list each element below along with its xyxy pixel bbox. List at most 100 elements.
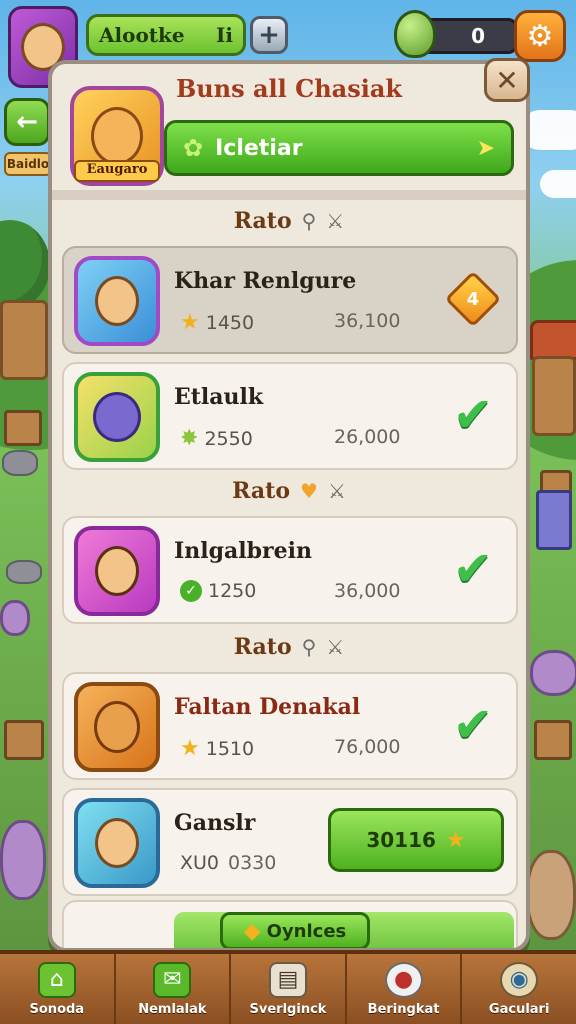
avatar <box>74 256 160 346</box>
nav-item-home[interactable]: ⌂ Sonoda <box>0 954 116 1024</box>
gem-icon <box>394 10 436 58</box>
heart-icon: ♥ <box>300 479 318 503</box>
crate <box>4 410 42 446</box>
entry-name: Ganslr <box>174 810 256 836</box>
house <box>532 356 576 436</box>
player-name: Alootke <box>99 23 185 47</box>
options-label: Oynlces <box>266 920 347 942</box>
entry-name: Inlgalbrein <box>174 538 312 564</box>
sword-icon: ⚔ <box>326 635 345 659</box>
entry-name: Etlaulk <box>174 384 264 410</box>
creature <box>0 600 30 636</box>
entry-score-value: 1450 <box>205 311 255 334</box>
rock <box>2 450 38 476</box>
hero-bar-button[interactable]: ✿ Icletiar ➤ <box>164 120 514 176</box>
avatar <box>74 526 160 616</box>
gear-icon: ✿ <box>183 134 204 162</box>
avatar <box>74 682 160 772</box>
check-icon: ✔ <box>452 697 494 753</box>
avatar <box>74 372 160 462</box>
entry-score: ✓ 1250 <box>180 580 256 602</box>
bottom-nav: ⌂ Sonoda ✉ Nemlalak ▤ Sverlginck ● Berin… <box>0 950 576 1024</box>
entry-power: 26,000 <box>334 426 401 448</box>
creature <box>0 820 46 900</box>
options-button[interactable]: ◆ Oynlces <box>220 912 370 948</box>
nav-item-globe[interactable]: ◉ Gaculari <box>462 954 576 1024</box>
section-header: Rato ⚲ ⚔ <box>52 630 526 664</box>
back-button[interactable]: ← <box>4 98 50 146</box>
pin-icon: ⚲ <box>301 209 317 233</box>
gear-icon: ⚙ <box>526 18 554 54</box>
diamond-icon: ◆ <box>243 918 261 944</box>
player-name-bar[interactable]: Alootke Ii <box>86 14 246 56</box>
section-label: Rato <box>232 478 290 504</box>
social-icon: ● <box>384 961 423 998</box>
entry-name: Khar Renlgure <box>174 268 357 294</box>
check-icon: ✔ <box>452 541 494 597</box>
entry-score-value: 1510 <box>205 737 255 760</box>
add-button[interactable]: + <box>250 16 288 54</box>
leaf-icon: ✸ <box>180 426 199 451</box>
entry-power: 76,000 <box>334 736 401 758</box>
list-item[interactable]: Ganslr XU0 0330 30116 ★ <box>62 788 518 896</box>
rank-badge: 4 <box>444 270 502 328</box>
shop-icon: ▤ <box>268 961 307 998</box>
entry-score: ★ 1510 <box>180 736 254 761</box>
nav-item-social[interactable]: ● Beringkat <box>347 954 463 1024</box>
resource-count: 0 <box>471 24 485 48</box>
home-icon: ⌂ <box>37 961 76 998</box>
list-item[interactable]: Etlaulk ✸ 2550 26,000 ✔ <box>62 362 518 470</box>
globe-icon: ◉ <box>500 961 539 998</box>
list-item[interactable]: Khar Renlgure ★ 1450 36,100 4 <box>62 246 518 354</box>
pin-icon: ⚲ <box>301 635 317 659</box>
entry-power: 36,100 <box>334 310 401 332</box>
character-face-icon <box>95 276 139 326</box>
creature <box>526 850 576 940</box>
nav-item-shop[interactable]: ▤ Sverlginck <box>231 954 347 1024</box>
character-face-icon <box>94 701 140 753</box>
list-item[interactable]: Faltan Denakal ★ 1510 76,000 ✔ <box>62 672 518 780</box>
leaderboard-panel: Buns all Chasiak Eaugaro ✿ Icletiar ➤ Ra… <box>48 60 530 952</box>
entry-score: XU0 <box>180 852 219 874</box>
check-icon: ✔ <box>452 387 494 443</box>
creature <box>530 650 576 696</box>
list-item[interactable]: Inlgalbrein ✓ 1250 36,000 ✔ <box>62 516 518 624</box>
crate <box>534 720 572 760</box>
entry-power: 0330 <box>228 852 277 874</box>
claim-button[interactable]: 30116 ★ <box>328 808 504 872</box>
nav-label: Sonoda <box>29 1001 85 1017</box>
sword-icon: ⚔ <box>326 209 345 233</box>
nav-label: Sverlginck <box>249 1001 327 1017</box>
character-face-icon <box>95 818 139 868</box>
nav-label: Nemlalak <box>138 1001 207 1017</box>
nav-label: Gaculari <box>488 1001 550 1017</box>
machine <box>536 490 572 550</box>
section-header: Rato ♥ ⚔ <box>52 474 526 508</box>
entry-score-value: XU0 <box>180 852 220 874</box>
hero-face-icon <box>91 107 143 165</box>
sword-icon: ⚔ <box>327 479 346 503</box>
arrow-right-icon: ➤ <box>476 135 495 161</box>
close-button[interactable]: ✕ <box>484 58 530 102</box>
entry-name: Faltan Denakal <box>174 694 361 720</box>
star-icon: ★ <box>445 827 466 853</box>
character-face-icon <box>93 392 141 442</box>
star-icon: ★ <box>180 736 200 761</box>
nav-label: Beringkat <box>367 1001 440 1017</box>
settings-button[interactable]: ⚙ <box>514 10 566 62</box>
entry-score: ★ 1450 <box>180 310 254 335</box>
check-badge-icon: ✓ <box>180 580 202 602</box>
house <box>0 300 48 380</box>
character-face-icon <box>95 546 139 596</box>
hero-caption: Eaugaro <box>74 160 160 182</box>
cloud <box>540 170 576 198</box>
star-icon: ★ <box>180 310 200 335</box>
claim-label: 30116 <box>366 828 436 852</box>
section-header: Rato ⚲ ⚔ <box>52 204 526 238</box>
mail-icon: ✉ <box>153 961 192 998</box>
rock <box>6 560 42 584</box>
entry-score-value: 2550 <box>204 427 253 450</box>
entry-score-value: 1250 <box>208 580 257 602</box>
nav-item-mail[interactable]: ✉ Nemlalak <box>116 954 232 1024</box>
section-label: Rato <box>233 208 292 234</box>
